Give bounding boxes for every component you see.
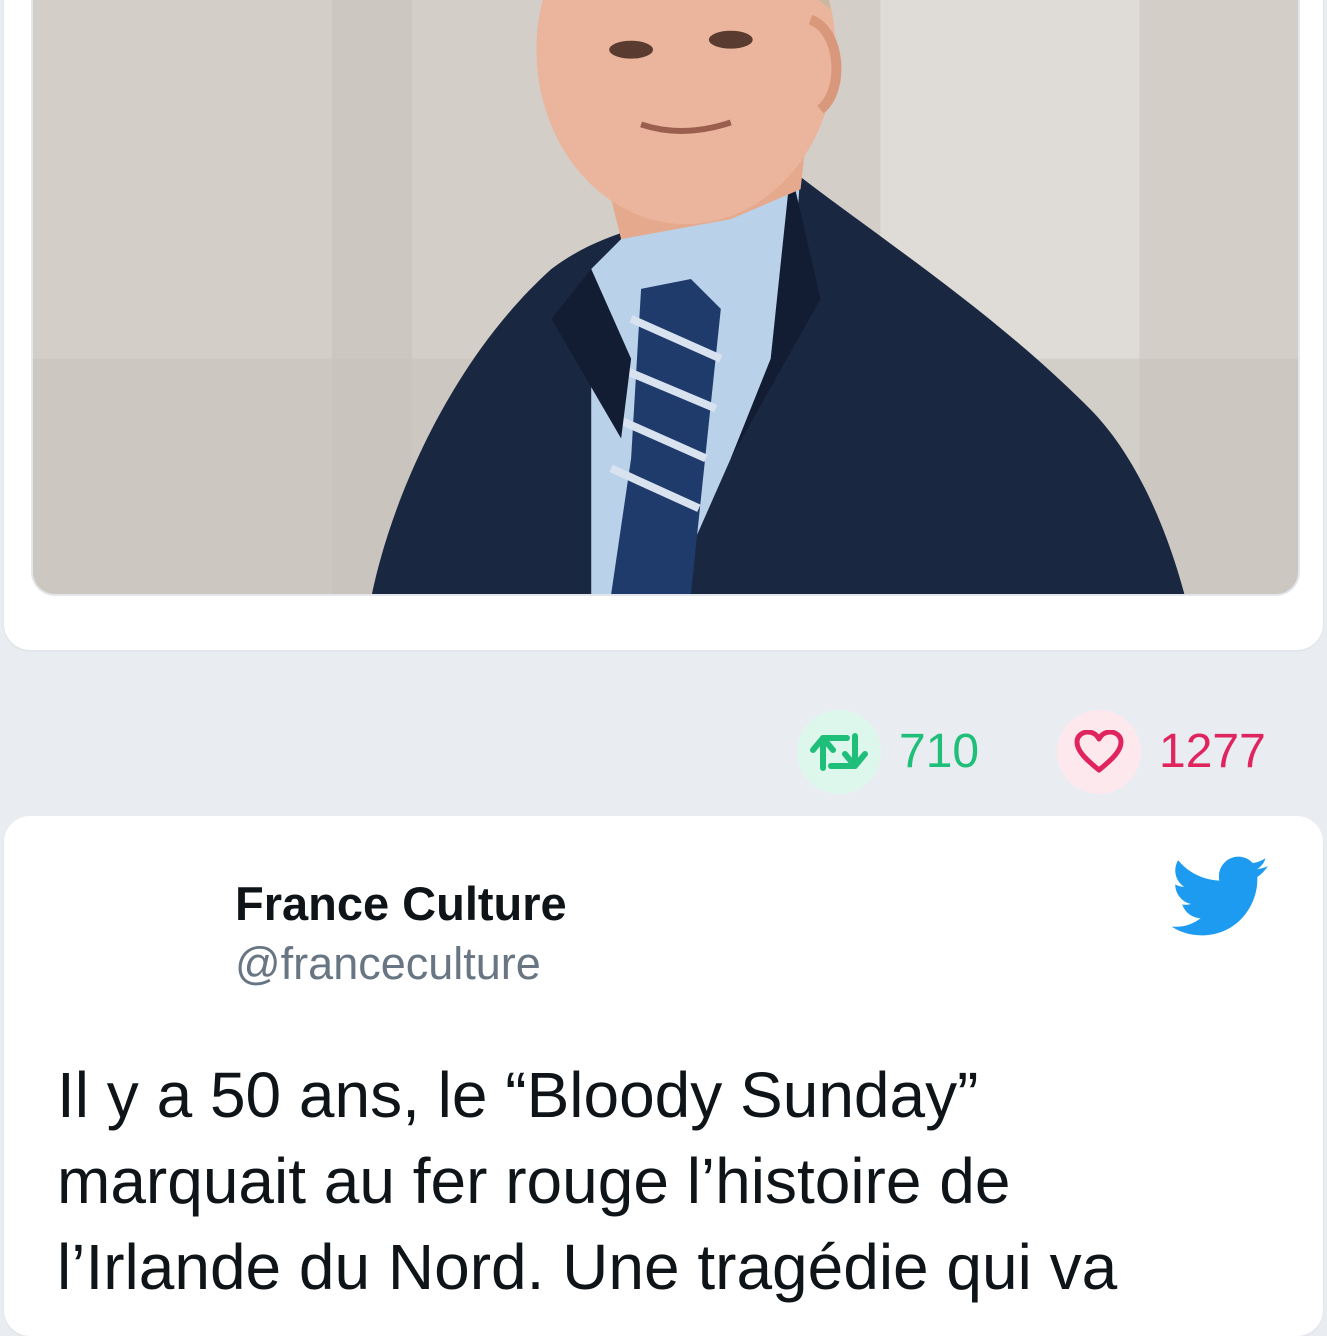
tweet-photo[interactable]	[31, 0, 1300, 596]
retweet-action[interactable]: 710	[797, 710, 979, 794]
heart-icon[interactable]	[1057, 710, 1141, 794]
photo-illustration	[33, 0, 1298, 594]
like-count: 1277	[1159, 725, 1266, 778]
like-action[interactable]: 1277	[1057, 710, 1266, 794]
retweet-icon[interactable]	[797, 710, 881, 794]
tweet-card-top	[4, 0, 1323, 650]
tweet-text: Il y a 50 ans, le “Bloody Sunday” marqua…	[57, 1059, 1118, 1303]
retweet-count: 710	[899, 725, 980, 778]
author-name[interactable]: France Culture	[235, 876, 567, 931]
tweet-card: France Culture @franceculture Il y a 50 …	[4, 816, 1323, 1336]
author-handle[interactable]: @franceculture	[235, 938, 541, 990]
twitter-bird-icon[interactable]	[1171, 856, 1270, 938]
